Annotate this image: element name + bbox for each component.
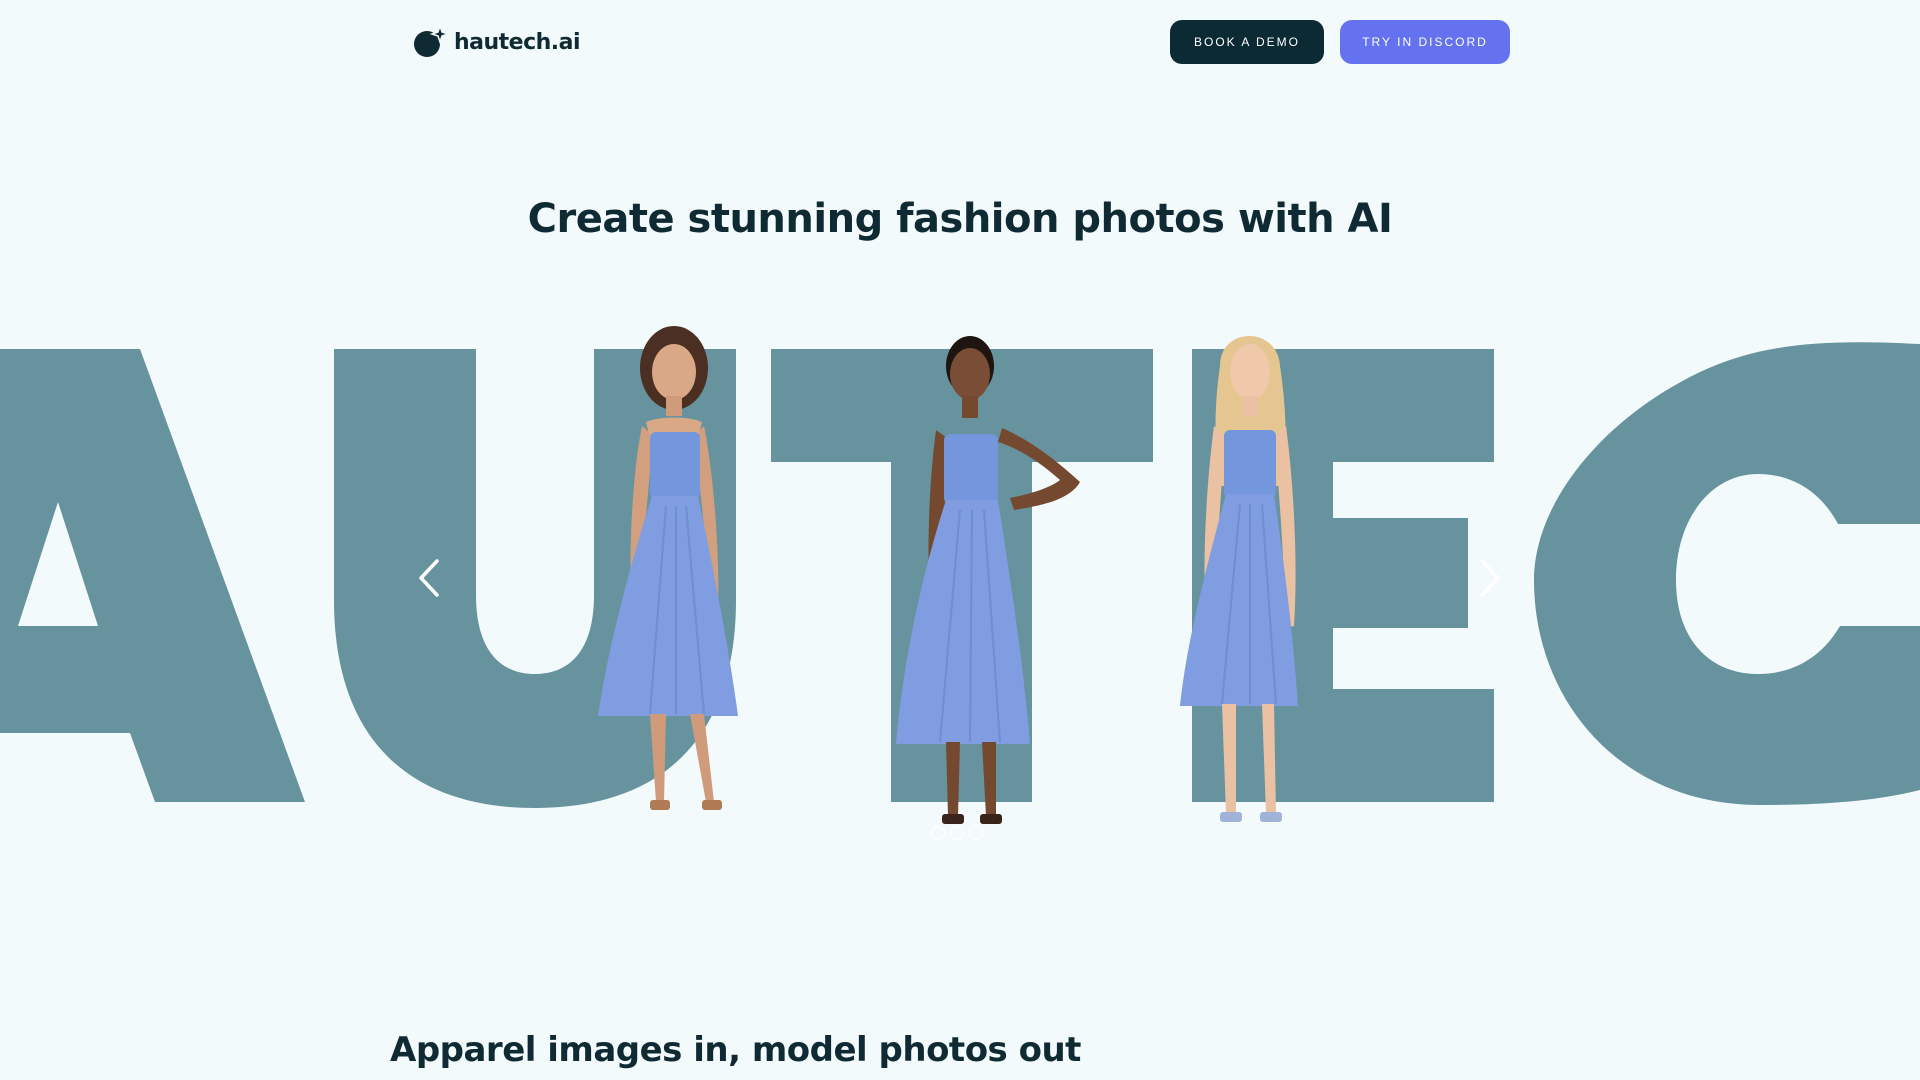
carousel-pagination <box>931 826 983 840</box>
site-header: hautech.ai BOOK A DEMO TRY IN DISCORD <box>0 0 1920 84</box>
landing-page: hautech.ai BOOK A DEMO TRY IN DISCORD Cr… <box>0 0 1920 1080</box>
model-photo-2 <box>896 336 1080 824</box>
carousel-dot-2[interactable] <box>950 826 964 840</box>
carousel-dot-1[interactable] <box>931 826 945 840</box>
hero-title: Create stunning fashion photos with AI <box>527 196 1393 242</box>
try-in-discord-button[interactable]: TRY IN DISCORD <box>1340 20 1510 64</box>
model-photo-1 <box>598 326 738 810</box>
logo-text: hautech.ai <box>454 29 581 55</box>
backdrop-letter-c <box>1534 342 1920 805</box>
carousel-dot-3[interactable] <box>969 826 983 840</box>
carousel-next-arrow-icon[interactable] <box>1472 555 1508 601</box>
logo-sparkle-icon <box>414 24 448 57</box>
backdrop-letter-a <box>0 349 305 802</box>
section-title: Apparel images in, model photos out <box>390 1030 1081 1070</box>
model-photo-3 <box>1180 336 1298 822</box>
logo[interactable]: hautech.ai <box>412 24 581 60</box>
book-demo-button[interactable]: BOOK A DEMO <box>1170 20 1324 64</box>
carousel-prev-arrow-icon[interactable] <box>411 555 447 601</box>
